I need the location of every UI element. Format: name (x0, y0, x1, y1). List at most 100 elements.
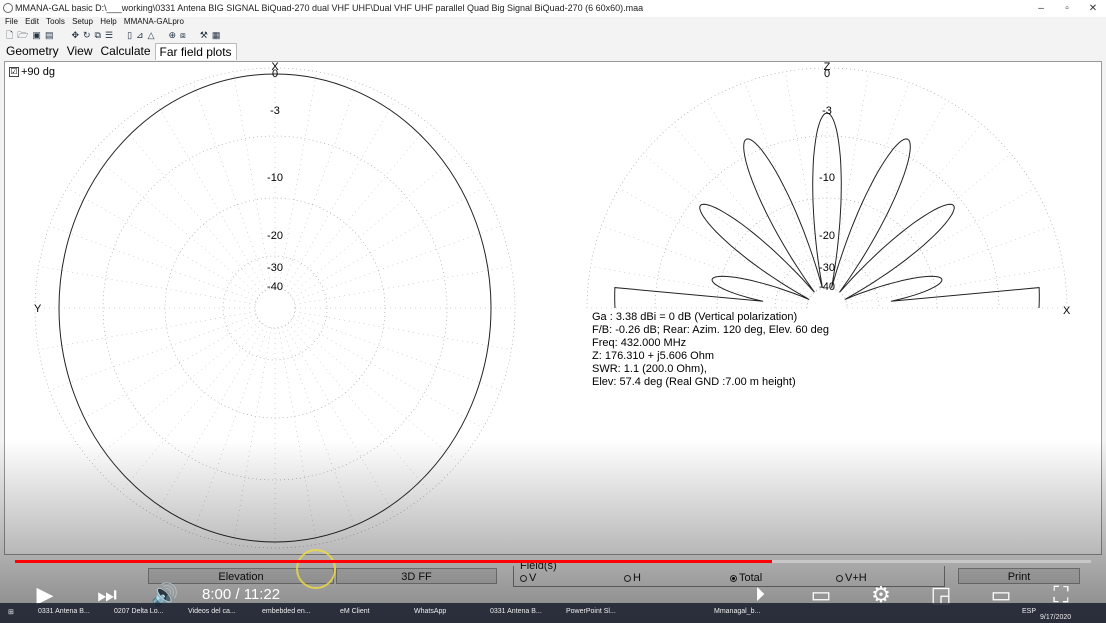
target-icon[interactable]: ⊕ (168, 29, 176, 41)
azimuth-grid-ring (254, 287, 296, 329)
new-file-icon[interactable]: 🗋 (6, 29, 13, 41)
azimuth-axis-y-label: Y (34, 303, 42, 315)
triangle-icon[interactable]: △ (148, 29, 155, 41)
gain-readout: Ga : 3.38 dBi = 0 dB (Vertical polarizat… (592, 311, 798, 323)
move-icon[interactable]: ✥ (71, 29, 79, 41)
taskbar-item-1[interactable]: 0331 Antena B... (38, 608, 90, 615)
video-progress-played (15, 560, 773, 563)
azimuth-ring-label-10: -10 (267, 172, 283, 184)
tab-view[interactable]: View (63, 43, 97, 60)
tab-far-field-plots[interactable]: Far field plots (154, 43, 237, 60)
elevation-grid-spoke (845, 225, 1053, 302)
list-icon[interactable]: ☰ (105, 29, 113, 41)
copy-icon[interactable]: ⧉ (95, 29, 101, 41)
video-progress-bar[interactable] (15, 560, 1091, 563)
elevation-ring-label-0: 0 (824, 68, 830, 80)
azimuth-plot: X Y 0 -3 -10 -20 -30 -40 (34, 62, 516, 549)
taskbar-item-7[interactable]: 0331 Antena B... (490, 608, 542, 615)
azimuth-grid-spoke (290, 320, 460, 463)
far-field-plot-area: X Y 0 -3 -10 -20 -30 -40 Z X 0 -3 -10 -2… (4, 61, 1102, 555)
calc-icon[interactable]: ▦ (212, 29, 221, 41)
checkbox-mark-icon[interactable]: ☑ (9, 67, 19, 77)
azimuth-ring-label-30: -30 (267, 262, 283, 274)
azimuth-grid-spoke (294, 311, 512, 350)
azimuth-grid-spoke (290, 153, 460, 296)
elevation-grid-spoke (642, 153, 812, 296)
azimuth-ring-label-20: -20 (267, 230, 283, 242)
video-time: 8:00 / 11:22 (202, 586, 281, 603)
azimuth-grid-spoke (38, 266, 256, 305)
save-icon[interactable]: ▣ (32, 29, 41, 41)
menu-file[interactable]: File (5, 17, 18, 26)
maximize-button[interactable]: ▫ (1054, 0, 1080, 17)
window-title: MMANA-GAL basic D:\___working\0331 Anten… (15, 3, 644, 13)
azimuth-grid-spoke (287, 323, 430, 493)
tab-geometry[interactable]: Geometry (2, 43, 63, 60)
impedance-readout: Z: 176.310 + j5.606 Ohm (592, 350, 714, 362)
azimuth-grid-spoke (293, 314, 501, 391)
language-indicator[interactable]: ESP (1022, 608, 1036, 615)
azimuth-grid-spoke (294, 266, 512, 305)
minimize-button[interactable]: – (1028, 0, 1054, 17)
table-icon[interactable]: ▯ (127, 29, 132, 41)
taskbar-item-3[interactable]: Videos del ca... (188, 608, 236, 615)
azimuth-grid-spoke (293, 225, 501, 302)
swr-readout: SWR: 1.1 (200.0 Ohm), (592, 363, 707, 375)
tab-calculate[interactable]: Calculate (96, 43, 154, 60)
elevation-ring-label-30: -30 (819, 262, 835, 274)
toolbar: 🗋 🗁 ▣ ▤ ✥ ↻ ⧉ ☰ ▯ ⊿ △ ⊕ ⧈ ⚒ ▦ (6, 29, 220, 41)
menu-bar: File Edit Tools Setup Help MMANA-GALpro (0, 16, 184, 27)
title-bar: MMANA-GAL basic D:\___working\0331 Anten… (0, 0, 1106, 17)
azimuth-grid-spoke (120, 323, 263, 493)
azimuth-grid-spoke (192, 326, 269, 534)
menu-help[interactable]: Help (100, 17, 116, 26)
azimuth-grid-spoke (49, 225, 257, 302)
elevation-readout: Elev: 57.4 deg (Real GND :7.00 m height) (592, 376, 796, 388)
start-icon[interactable]: ⊞ (8, 608, 14, 616)
plus-90-checkbox[interactable]: ☑ +90 dg (9, 66, 55, 78)
pattern-info-panel: Ga : 3.38 dBi = 0 dB (Vertical polarizat… (592, 311, 829, 389)
elevation-grid-spoke (846, 266, 1064, 305)
menu-setup[interactable]: Setup (72, 17, 93, 26)
front-back-readout: F/B: -0.26 dB; Rear: Azim. 120 deg, Elev… (592, 324, 830, 336)
elevation-ring-label-20: -20 (819, 230, 835, 242)
elevation-grid-spoke (601, 225, 809, 302)
azimuth-ring-label-3: -3 (270, 105, 280, 117)
azimuth-grid-spoke (38, 311, 256, 350)
taskbar-item-4[interactable]: embebded en... (262, 608, 311, 615)
far-field-plots-svg: X Y 0 -3 -10 -20 -30 -40 Z X 0 -3 -10 -2… (34, 62, 1071, 549)
frequency-readout: Freq: 432.000 MHz (592, 337, 687, 349)
azimuth-pattern-trace (58, 73, 492, 543)
taskbar-item-5[interactable]: eM Client (340, 608, 370, 615)
azimuth-grid-ring (34, 67, 516, 549)
window-controls: – ▫ ✕ (1028, 0, 1106, 17)
menu-mmana-galpro[interactable]: MMANA-GALpro (124, 17, 184, 26)
azimuth-grid-spoke (287, 123, 430, 293)
azimuth-grid-spoke (90, 153, 260, 296)
clone-icon[interactable]: ⧈ (180, 29, 186, 41)
elevation-grid-spoke (842, 153, 1012, 296)
app-icon (3, 3, 13, 13)
azimuth-grid-spoke (49, 314, 257, 391)
azimuth-grid-spoke (120, 123, 263, 293)
menu-edit[interactable]: Edit (25, 17, 39, 26)
menu-tools[interactable]: Tools (46, 17, 65, 26)
close-button[interactable]: ✕ (1080, 0, 1106, 17)
tools-icon[interactable]: ⚒ (200, 29, 208, 41)
taskbar-date: 9/17/2020 (1040, 614, 1072, 621)
elevation-grid-spoke (744, 82, 821, 290)
chart-icon[interactable]: ⊿ (136, 29, 144, 41)
taskbar-item-2[interactable]: 0207 Delta Lo... (114, 608, 163, 615)
azimuth-grid-spoke (278, 327, 317, 545)
taskbar-item-8[interactable]: PowerPoint Sl... (566, 608, 616, 615)
open-folder-icon[interactable]: 🗁 (17, 29, 28, 41)
elevation-grid-spoke (833, 82, 910, 290)
rotate-icon[interactable]: ↻ (83, 29, 91, 41)
print-icon[interactable]: ▤ (45, 29, 54, 41)
elevation-plot: Z X 0 -3 -10 -20 -30 -40 (586, 62, 1071, 317)
taskbar-item-6[interactable]: WhatsApp (414, 608, 446, 615)
azimuth-ring-label-40: -40 (267, 281, 283, 293)
taskbar-item-9[interactable]: Mmanagal_b... (714, 608, 760, 615)
azimuth-grid (34, 67, 516, 549)
azimuth-ring-label-0: 0 (272, 68, 278, 80)
